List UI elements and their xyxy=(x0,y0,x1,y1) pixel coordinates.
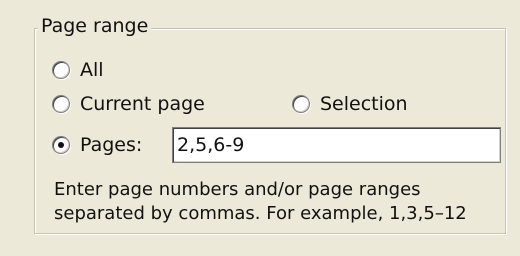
radio-current-page-label[interactable]: Current page xyxy=(80,92,205,116)
page-range-help-text: Enter page numbers and/or page ranges se… xyxy=(54,178,504,226)
help-line-1: Enter page numbers and/or page ranges xyxy=(54,179,421,200)
radio-all-button[interactable] xyxy=(52,61,70,79)
radio-selection-label[interactable]: Selection xyxy=(320,92,408,116)
radio-current-page-button[interactable] xyxy=(52,95,70,113)
radio-pages-button[interactable] xyxy=(52,136,70,154)
radio-selection-button[interactable] xyxy=(292,95,310,113)
help-line-2: separated by commas. For example, 1,3,5–… xyxy=(54,203,467,224)
radio-selection-option[interactable]: Selection xyxy=(292,92,408,116)
radio-pages-label[interactable]: Pages: xyxy=(80,133,142,157)
radio-all-option[interactable]: All xyxy=(52,58,104,82)
radio-pages-option[interactable]: Pages: xyxy=(52,133,142,157)
radio-current-page-option[interactable]: Current page xyxy=(52,92,205,116)
radio-all-label[interactable]: All xyxy=(80,58,104,82)
pages-input[interactable] xyxy=(172,127,501,163)
page-range-title: Page range xyxy=(38,16,152,36)
